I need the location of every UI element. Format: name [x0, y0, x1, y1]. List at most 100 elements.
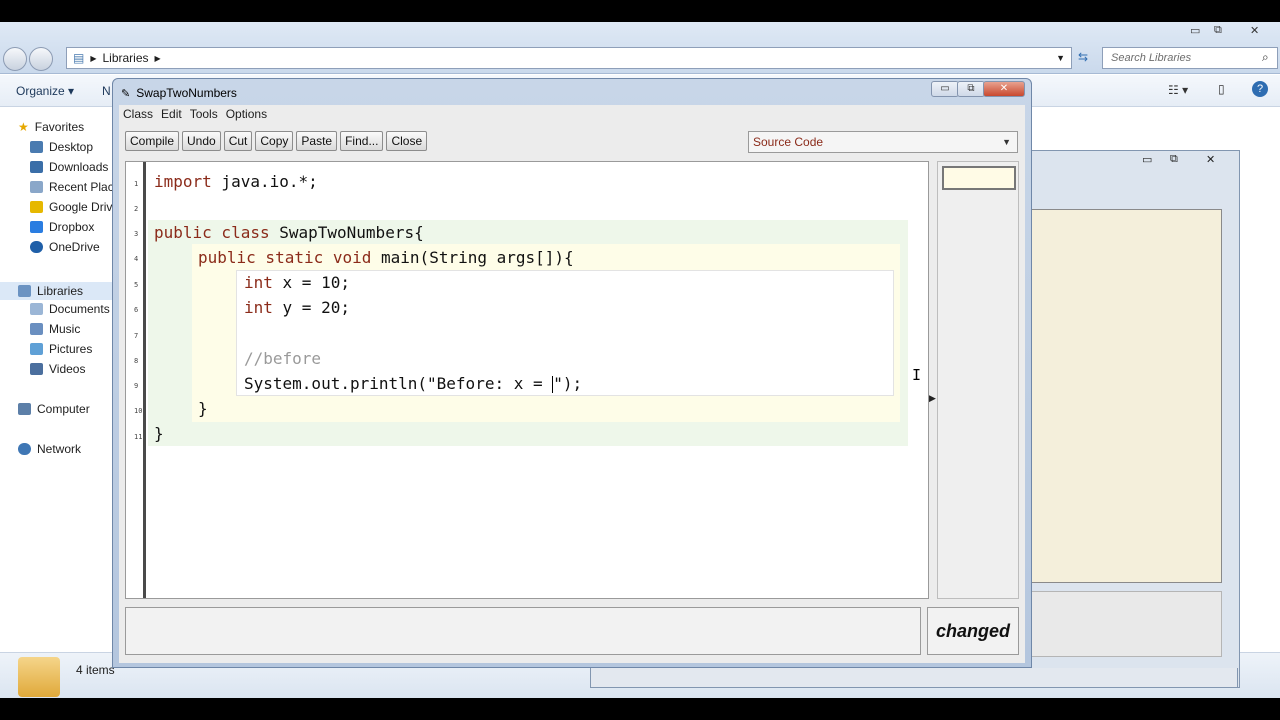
- desktop-icon: [30, 141, 43, 153]
- maximize-button[interactable]: ⧉: [957, 81, 985, 97]
- cut-button[interactable]: Cut: [223, 131, 253, 151]
- line-number: 10: [134, 407, 143, 415]
- pictures-icon: [30, 343, 43, 355]
- line-number: 5: [134, 281, 139, 289]
- line-number: 11: [134, 433, 143, 441]
- library-large-icon: [18, 657, 60, 697]
- minimize-icon[interactable]: ▭: [1142, 153, 1152, 166]
- compile-button[interactable]: Compile: [125, 131, 180, 151]
- sidebar-item-recent-places[interactable]: Recent Place: [30, 180, 120, 194]
- help-icon[interactable]: ?: [1252, 81, 1268, 97]
- menu-tools[interactable]: Tools: [190, 107, 218, 121]
- line-number: 8: [134, 357, 139, 365]
- dropdown-icon[interactable]: ▼: [1056, 53, 1065, 63]
- item-count: 4 items: [76, 663, 115, 677]
- forward-button[interactable]: [29, 47, 53, 71]
- code-line-11: }: [154, 424, 164, 443]
- maximize-icon[interactable]: ⧉: [1214, 24, 1222, 37]
- menu-edit[interactable]: Edit: [161, 107, 182, 121]
- back-button[interactable]: [3, 47, 27, 71]
- search-icon[interactable]: ⌕: [1262, 50, 1269, 65]
- sidebar-item-downloads[interactable]: Downloads: [30, 160, 108, 174]
- sidebar-favorites[interactable]: ★ Favorites: [18, 120, 84, 134]
- code-line-10: }: [198, 399, 208, 418]
- code-line-8: //before: [244, 349, 322, 368]
- breadcrumb-libraries[interactable]: Libraries: [103, 51, 149, 65]
- line-number: 7: [134, 332, 139, 340]
- minimize-button[interactable]: ▭: [931, 81, 959, 97]
- minimap-viewport[interactable]: [942, 166, 1016, 190]
- sidebar-item-google-drive[interactable]: Google Drive: [30, 200, 119, 214]
- star-icon: ★: [18, 120, 29, 134]
- videos-icon: [30, 363, 43, 375]
- paste-button[interactable]: Paste: [296, 131, 338, 151]
- save-status: changed: [927, 607, 1019, 655]
- sidebar-network[interactable]: Network: [18, 442, 81, 456]
- menu-bar: Class Edit Tools Options: [119, 105, 1025, 123]
- menu-class[interactable]: Class: [123, 107, 153, 121]
- bluej-icon: ✎: [121, 87, 131, 100]
- close-button[interactable]: Close: [386, 131, 428, 151]
- message-area: [125, 607, 921, 655]
- dropbox-icon: [30, 221, 43, 233]
- line-number-gutter: 1 2 3 4 5 6 7 8 9 10 11: [126, 162, 146, 598]
- library-icon: [18, 285, 31, 297]
- organize-button[interactable]: Organize ▾: [16, 84, 74, 98]
- downloads-icon: [30, 161, 43, 173]
- view-options-icon[interactable]: ☷ ▾: [1168, 83, 1188, 97]
- sidebar-item-onedrive[interactable]: OneDrive: [30, 240, 100, 254]
- minimize-icon[interactable]: ▭: [1190, 24, 1200, 37]
- onedrive-icon: [30, 241, 43, 253]
- sidebar-item-documents[interactable]: Documents: [30, 302, 110, 316]
- editor-title-bar: ✎ SwapTwoNumbers: [121, 83, 237, 103]
- code-line-3: public class SwapTwoNumbers{: [154, 223, 424, 242]
- search-input[interactable]: Search Libraries: [1102, 47, 1278, 69]
- editor-window: ✎ SwapTwoNumbers ▭ ⧉ ✕ Class Edit Tools …: [112, 78, 1032, 668]
- line-number: 2: [134, 205, 139, 213]
- music-icon: [30, 323, 43, 335]
- line-number: 3: [134, 230, 139, 238]
- editor-toolbar: Compile Undo Cut Copy Paste Find... Clos…: [119, 131, 428, 153]
- view-select[interactable]: Source Code ▼: [748, 131, 1018, 153]
- close-icon[interactable]: ✕: [1250, 24, 1259, 37]
- line-number: 6: [134, 306, 139, 314]
- sidebar-item-music[interactable]: Music: [30, 322, 80, 336]
- close-icon[interactable]: ✕: [1206, 153, 1215, 166]
- chevron-right-icon: ▶: [154, 53, 161, 63]
- sidebar-item-desktop[interactable]: Desktop: [30, 140, 93, 154]
- copy-button[interactable]: Copy: [255, 131, 294, 151]
- explorer-sidebar: ★ Favorites Desktop Downloads Recent Plac…: [0, 108, 120, 668]
- find-button[interactable]: Find...: [340, 131, 384, 151]
- sidebar-libraries[interactable]: Libraries: [0, 282, 112, 300]
- google-drive-icon: [30, 201, 43, 213]
- sidebar-item-videos[interactable]: Videos: [30, 362, 85, 376]
- refresh-icon[interactable]: ⇆: [1078, 50, 1088, 64]
- window-title: SwapTwoNumbers: [136, 86, 237, 100]
- chevron-right-icon: ▶: [90, 53, 97, 63]
- expand-arrow-icon[interactable]: ▶: [929, 393, 936, 404]
- menu-options[interactable]: Options: [226, 107, 267, 121]
- sidebar-computer[interactable]: Computer: [18, 402, 90, 416]
- editor-body: Class Edit Tools Options Compile Undo Cu…: [119, 105, 1025, 663]
- sidebar-item-dropbox[interactable]: Dropbox: [30, 220, 94, 234]
- sidebar-item-pictures[interactable]: Pictures: [30, 342, 92, 356]
- address-bar[interactable]: ▤ ▶ Libraries ▶ ▼: [66, 47, 1072, 69]
- preview-pane-icon[interactable]: ▯: [1218, 82, 1225, 96]
- undo-button[interactable]: Undo: [182, 131, 221, 151]
- line-number: 4: [134, 255, 139, 263]
- background-window-content: [1030, 209, 1222, 583]
- network-icon: [18, 443, 31, 455]
- recent-places-icon: [30, 181, 43, 193]
- code-minimap[interactable]: [937, 161, 1019, 599]
- background-window-panel: [1030, 591, 1222, 657]
- close-window-button[interactable]: ✕: [983, 81, 1025, 97]
- maximize-icon[interactable]: ⧉: [1170, 153, 1178, 166]
- background-window-base: [590, 668, 1238, 688]
- line-number: 1: [134, 180, 139, 188]
- toolbar-next-button[interactable]: N: [102, 84, 111, 98]
- code-editor[interactable]: 1 2 3 4 5 6 7 8 9 10 11 import java.io.*…: [125, 161, 929, 599]
- view-select-value: Source Code: [753, 135, 824, 149]
- explorer-nav-bar: ▭ ⧉ ✕ ▤ ▶ Libraries ▶ ▼ ⇆ Search Librari…: [0, 22, 1280, 74]
- code-line-9: System.out.println("Before: x = ");: [244, 374, 583, 393]
- chevron-down-icon: ▼: [1002, 137, 1011, 147]
